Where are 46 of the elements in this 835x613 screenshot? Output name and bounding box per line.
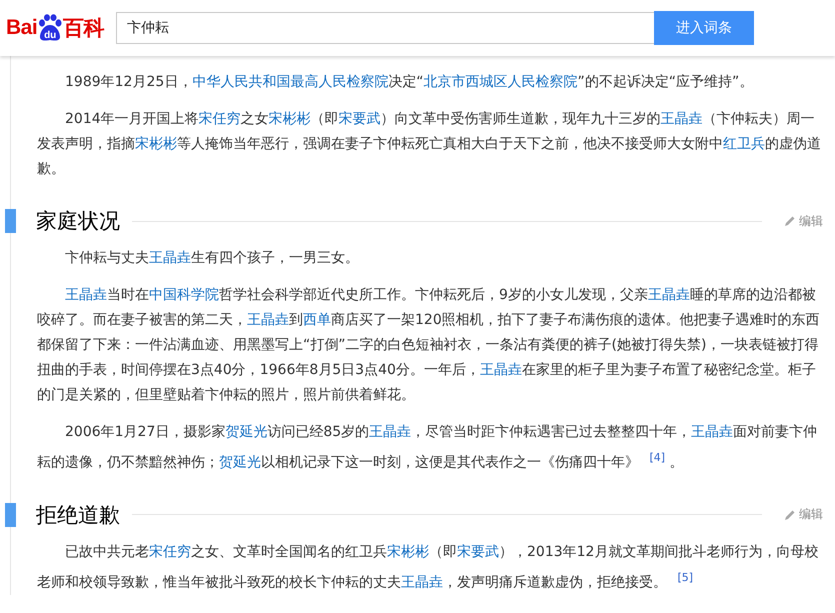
- link[interactable]: 贺延光: [225, 424, 268, 440]
- link[interactable]: 贺延光: [219, 454, 261, 471]
- pencil-icon: [784, 215, 796, 227]
- paragraph: 卞仲耘与丈夫王晶垚生有四个孩子，一男三女。: [64, 249, 360, 268]
- logo-text: Bai: [6, 16, 38, 40]
- link[interactable]: 宋彬彬: [268, 111, 311, 127]
- edit-link[interactable]: 编辑: [784, 506, 823, 524]
- paragraph: 2014年一月开国上将宋任穷之女宋彬彬（即宋要武）向文革中受伤害师生道歉，现年九十三岁的王晶垚（卞仲耘夫）周一发表声明，指摘宋彬彬等人掩饰当年恶行，强调在妻子卞仲耘死亡真相大白于天下之前，他决不接受师大女附中红卫兵的虚伪道歉。: [37, 110, 822, 179]
- pencil-icon: [784, 508, 796, 521]
- link[interactable]: 宋任穷: [198, 111, 241, 127]
- search-field[interactable]: 卞仲耘: [116, 12, 654, 44]
- link[interactable]: 王晶垚: [691, 424, 734, 440]
- link[interactable]: 中国科学院: [149, 287, 219, 303]
- link[interactable]: 王晶垚: [247, 312, 289, 328]
- edit-label[interactable]: 编辑: [799, 506, 823, 524]
- link[interactable]: 宋任穷: [149, 544, 191, 560]
- link[interactable]: 王晶垚: [648, 287, 690, 303]
- link[interactable]: 王晶垚: [480, 362, 522, 378]
- link[interactable]: 宋彬彬: [135, 136, 177, 152]
- section-heading: 拒绝道歉: [36, 502, 120, 529]
- link[interactable]: 西单: [303, 312, 331, 328]
- section-marker: [5, 502, 16, 527]
- section-heading: 家庭状况: [36, 208, 120, 235]
- paragraph: 王晶垚当时在中国科学院哲学社会科学部近代史所工作。卞仲耘死后，9岁的小女儿发现，父亲王晶垚睡的草席的边沿都被咬碎了。而在妻子被害的第二天，王晶垚到西单商店买了一架120照相机，拍下了妻子布满伤痕的遗体。他把妻子遇难时的东西都保留了下来：一件沾满血迹、用黑墨写上“打倒”二字的白色短袖衬衣，一条沾有粪便的裤子(她被打得失禁)，一块表链被打得扭曲的手表，时间停摆在3点40分，1966年8月5日3点40分。一年后，王晶垚在家里的柜子里为妻子布置了秘密纪念堂。柜子的门是关紧的，但里壁贴着卞仲耘的照片，照片前供着鲜花。: [37, 286, 821, 405]
- paragraph: 2006年1月27日，摄影家贺延光访问已经85岁的王晶垚，尽管当时距卞仲耘遇害已过去整整四十年，王晶垚面对前妻卞仲耘的遗像，仍不禁黯然神伤；贺延光以相机记录下这一时刻，这便是其代表作之一《伤痛四十年》 $^{[4]}$ 。: [37, 423, 818, 473]
- citation-link[interactable]: [4]: [649, 451, 666, 464]
- link[interactable]: 红卫兵: [723, 136, 765, 152]
- link[interactable]: 王晶垚: [401, 574, 443, 590]
- paragraph: 已故中共元老宋任穷之女、文革时全国闻名的红卫兵宋彬彬（即宋要武），2013年12月就文革期间批斗老师行为，向母校老师和校领导致歉，惟当年被批斗致死的校长卞仲耘的丈夫王晶垚，发声明痛斥道歉虚伪，拒绝接受。 $^{[5]}$: [37, 542, 820, 592]
- link[interactable]: 中华人民共和国最高人民检察院: [192, 74, 388, 90]
- paw-logo: du: [37, 14, 64, 42]
- enter-entry-button[interactable]: 进入词条: [654, 11, 754, 45]
- link[interactable]: 北京市西城区人民检察院: [424, 74, 578, 90]
- edit-label[interactable]: 编辑: [799, 212, 823, 230]
- edit-link[interactable]: 编辑: [784, 212, 823, 230]
- paragraph: 1989年12月25日，中华人民共和国最高人民检察院决定“北京市西城区人民检察院”的不起诉决定“应予维持”。: [64, 73, 754, 92]
- section-marker: [5, 209, 16, 233]
- link[interactable]: 宋要武: [457, 544, 499, 560]
- link[interactable]: 宋要武: [338, 111, 381, 127]
- link[interactable]: 王晶垚: [149, 250, 191, 266]
- link[interactable]: 王晶垚: [65, 287, 107, 303]
- link[interactable]: 王晶垚: [369, 424, 412, 440]
- link[interactable]: 王晶垚: [660, 111, 703, 127]
- logo-text: 百科: [63, 16, 104, 42]
- citation-link[interactable]: [5]: [677, 570, 694, 584]
- link[interactable]: 宋彬彬: [387, 544, 429, 560]
